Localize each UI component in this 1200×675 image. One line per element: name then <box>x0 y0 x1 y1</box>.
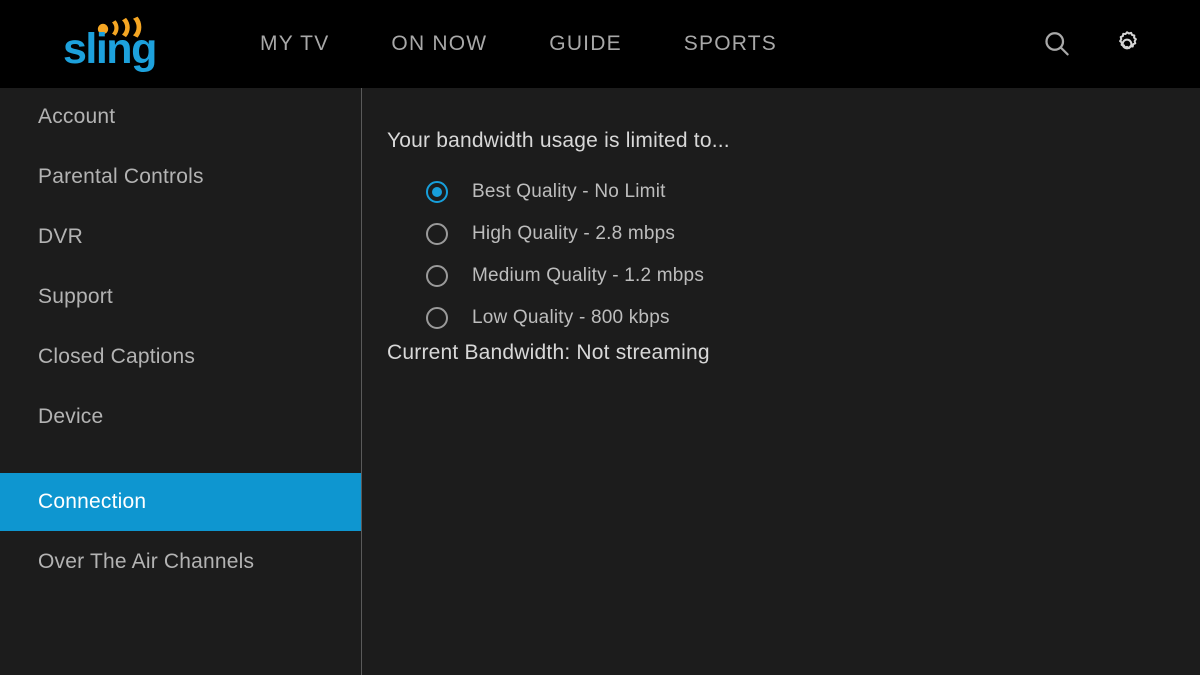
radio-option-label: Best Quality - No Limit <box>472 181 666 202</box>
sling-logo-text: sling <box>63 25 157 73</box>
radio-option-label: High Quality - 2.8 mbps <box>472 223 676 244</box>
radio-option-low-quality[interactable]: Low Quality - 800 kbps <box>426 297 704 339</box>
sidebar-item-label: Device <box>38 405 104 428</box>
sidebar-item-over-the-air-channels[interactable]: Over The Air Channels <box>0 533 361 591</box>
search-icon[interactable] <box>1042 29 1072 59</box>
sidebar-item-account[interactable]: Account <box>0 88 361 146</box>
sidebar-item-dvr[interactable]: DVR <box>0 208 361 266</box>
nav-item-my-tv[interactable]: MY TV <box>260 32 329 56</box>
settings-sidebar: Account Parental Controls DVR Support Cl… <box>0 88 362 675</box>
radio-option-best-quality[interactable]: Best Quality - No Limit <box>426 171 704 213</box>
main-nav: MY TV ON NOW GUIDE SPORTS <box>260 0 777 88</box>
radio-unselected-icon <box>426 307 448 329</box>
sidebar-item-parental-controls[interactable]: Parental Controls <box>0 148 361 206</box>
sidebar-item-label: Parental Controls <box>38 165 204 188</box>
radio-option-label: Medium Quality - 1.2 mbps <box>472 265 705 286</box>
bandwidth-heading: Your bandwidth usage is limited to... <box>387 129 730 152</box>
sidebar-item-label: Closed Captions <box>38 345 196 368</box>
bandwidth-radio-group: Best Quality - No Limit High Quality - 2… <box>426 171 704 339</box>
header-icon-group <box>1042 0 1142 88</box>
gear-icon[interactable] <box>1112 29 1142 59</box>
sidebar-item-label: Support <box>38 285 113 308</box>
sling-settings-screen: sling MY TV ON NOW GUIDE SPORTS Account … <box>0 0 1200 675</box>
radio-option-medium-quality[interactable]: Medium Quality - 1.2 mbps <box>426 255 704 297</box>
radio-option-label: Low Quality - 800 kbps <box>472 307 670 328</box>
radio-option-high-quality[interactable]: High Quality - 2.8 mbps <box>426 213 704 255</box>
sidebar-item-label: DVR <box>38 225 83 248</box>
current-bandwidth-status: Current Bandwidth: Not streaming <box>387 341 710 364</box>
sidebar-item-device[interactable]: Device <box>0 388 361 446</box>
sidebar-item-closed-captions[interactable]: Closed Captions <box>0 328 361 386</box>
radio-unselected-icon <box>426 223 448 245</box>
nav-item-guide[interactable]: GUIDE <box>549 32 622 56</box>
app-header: sling MY TV ON NOW GUIDE SPORTS <box>0 0 1200 88</box>
connection-settings-panel: Your bandwidth usage is limited to... Be… <box>362 88 1200 675</box>
radio-selected-icon <box>426 181 448 203</box>
nav-item-sports[interactable]: SPORTS <box>684 32 777 56</box>
sidebar-item-support[interactable]: Support <box>0 268 361 326</box>
sidebar-item-label: Over The Air Channels <box>38 550 255 573</box>
sidebar-item-label: Connection <box>38 490 147 513</box>
sidebar-item-label: Account <box>38 105 116 128</box>
radio-unselected-icon <box>426 265 448 287</box>
nav-item-on-now[interactable]: ON NOW <box>391 32 487 56</box>
sling-logo[interactable]: sling <box>63 16 173 74</box>
sidebar-item-connection[interactable]: Connection <box>0 473 361 531</box>
